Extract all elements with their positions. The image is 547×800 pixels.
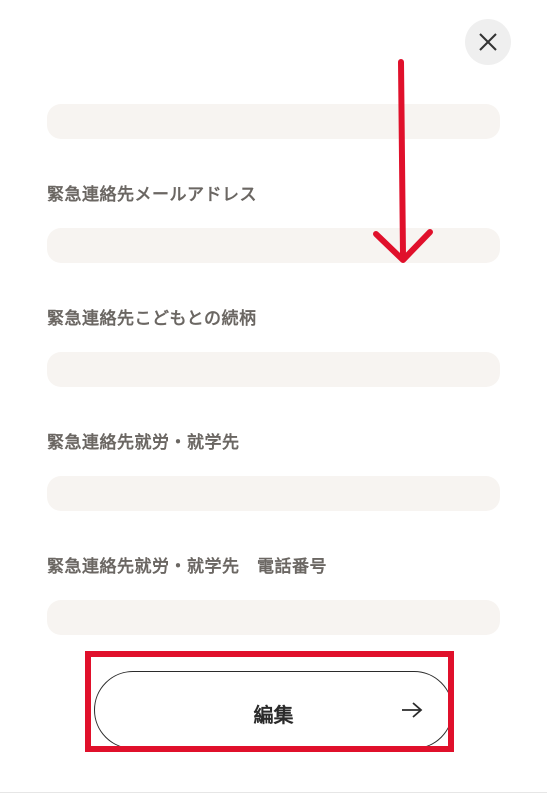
close-button[interactable] [465, 19, 511, 65]
field-input-workplace[interactable] [47, 476, 500, 511]
field-label-email: 緊急連絡先メールアドレス [47, 185, 257, 205]
field-label-relationship: 緊急連絡先こどもとの続柄 [47, 309, 257, 329]
close-icon [479, 33, 497, 51]
bottom-divider [0, 792, 547, 793]
field-input-workplace-phone[interactable] [47, 600, 500, 635]
edit-sheet: 緊急連絡先メールアドレス 緊急連絡先こどもとの続柄 緊急連絡先就労・就学先 緊急… [0, 0, 547, 800]
edit-button-highlight-annotation [85, 651, 454, 752]
field-label-workplace: 緊急連絡先就労・就学先 [47, 433, 240, 453]
field-label-workplace-phone: 緊急連絡先就労・就学先 電話番号 [47, 557, 327, 577]
scroll-down-annotation-arrow [373, 59, 433, 263]
field-input-relationship[interactable] [47, 352, 500, 387]
